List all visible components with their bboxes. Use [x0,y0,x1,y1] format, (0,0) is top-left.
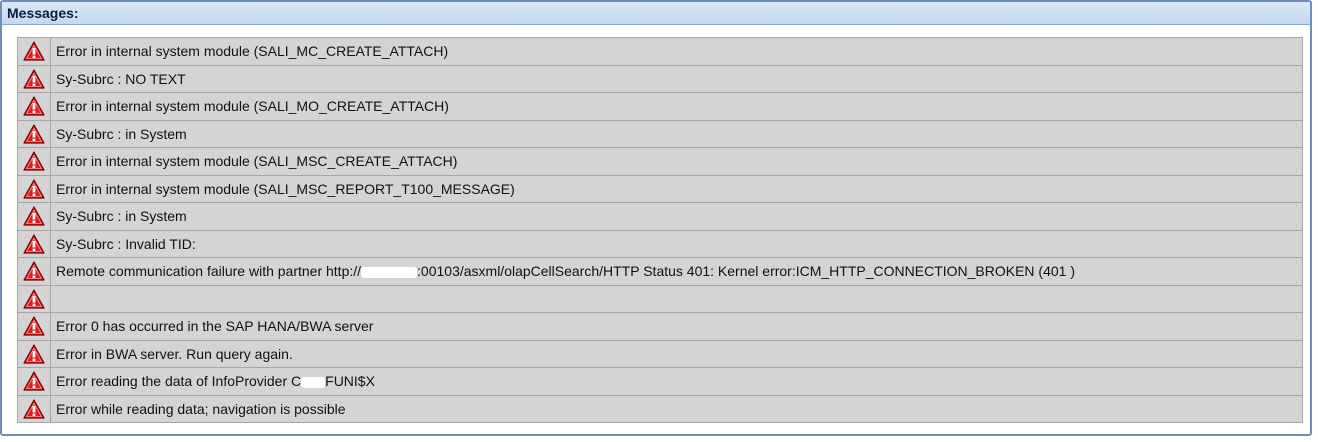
message-text: Error in internal system module (SALI_MS… [50,174,1303,203]
error-triangle-icon [23,124,45,144]
error-triangle-icon [23,69,45,89]
error-triangle-icon [23,316,45,336]
message-row: Error in internal system module (SALI_MO… [17,92,1303,121]
message-text-part: FUNI$X [325,373,375,390]
error-triangle-icon [23,96,45,116]
error-triangle-icon [23,151,45,171]
message-text-part: Remote communication failure with partne… [56,263,362,280]
message-row: Sy-Subrc : in System [17,119,1303,148]
redacted-text [361,267,418,279]
message-row: Error 0 has occurred in the SAP HANA/BWA… [17,312,1303,341]
message-row: Sy-Subrc : Invalid TID: [17,229,1303,258]
error-triangle-icon [23,206,45,226]
message-text: Sy-Subrc : in System [50,119,1303,148]
error-triangle-icon [23,399,45,419]
message-text: Error 0 has occurred in the SAP HANA/BWA… [50,312,1303,341]
message-text-part: :00103/asxml/olapCellSearch/HTTP Status … [417,263,1076,280]
messages-panel: Messages: Error in internal system modul… [0,0,1312,436]
message-row: Error while reading data; navigation is … [17,394,1303,423]
message-icon-cell [17,229,51,258]
message-text: Error in internal system module (SALI_MC… [50,37,1303,66]
message-icon-cell [17,92,51,121]
message-row: Error in BWA server. Run query again. [17,339,1303,368]
message-icon-cell [17,37,51,66]
message-row [17,284,1303,313]
error-triangle-icon [23,289,45,309]
error-triangle-icon [23,41,45,61]
message-icon-cell [17,312,51,341]
message-icon-cell [17,367,51,396]
message-text: Sy-Subrc : in System [50,202,1303,231]
message-text: Error in internal system module (SALI_MO… [50,92,1303,121]
message-text: Error in internal system module (SALI_MS… [50,147,1303,176]
message-text: Error in BWA server. Run query again. [50,339,1303,368]
message-icon-cell [17,257,51,286]
message-icon-cell [17,339,51,368]
message-text-part: Error reading the data of InfoProvider C [56,373,302,390]
panel-title: Messages: [2,2,1310,25]
message-text: Error reading the data of InfoProvider C… [50,367,1303,396]
messages-table: Error in internal system module (SALI_MC… [17,37,1303,423]
message-text [50,284,1303,313]
message-text: Sy-Subrc : Invalid TID: [50,229,1303,258]
message-text: Error while reading data; navigation is … [50,394,1303,423]
error-triangle-icon [23,234,45,254]
message-row: Sy-Subrc : in System [17,202,1303,231]
message-icon-cell [17,64,51,93]
redacted-text [301,377,326,389]
message-row: Error in internal system module (SALI_MC… [17,37,1303,66]
message-icon-cell [17,284,51,313]
message-icon-cell [17,202,51,231]
message-text: Remote communication failure with partne… [50,257,1303,286]
error-triangle-icon [23,179,45,199]
message-icon-cell [17,394,51,423]
message-icon-cell [17,174,51,203]
message-row: Error in internal system module (SALI_MS… [17,147,1303,176]
message-icon-cell [17,119,51,148]
message-icon-cell [17,147,51,176]
error-triangle-icon [23,371,45,391]
error-triangle-icon [23,344,45,364]
message-row: Error in internal system module (SALI_MS… [17,174,1303,203]
message-row: Error reading the data of InfoProvider C… [17,367,1303,396]
error-triangle-icon [23,261,45,281]
message-text: Sy-Subrc : NO TEXT [50,64,1303,93]
message-row: Sy-Subrc : NO TEXT [17,64,1303,93]
message-row: Remote communication failure with partne… [17,257,1303,286]
